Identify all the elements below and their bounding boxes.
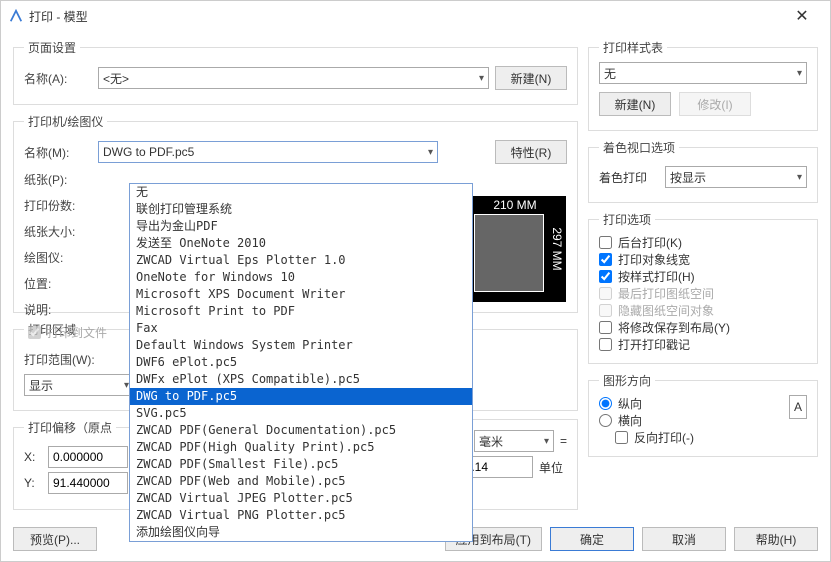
dropdown-option[interactable]: ZWCAD PDF(General Documentation).pc5 <box>130 422 472 439</box>
style-table-select[interactable]: 无▾ <box>599 62 807 84</box>
viewport-group: 着色视口选项 着色打印 按显示▾ <box>588 139 818 203</box>
preview-button[interactable]: 预览(P)... <box>13 527 97 551</box>
printer-name-label: 名称(M): <box>24 144 92 161</box>
dropdown-option[interactable]: DWFx ePlot (XPS Compatible).pc5 <box>130 371 472 388</box>
window-title: 打印 - 模型 <box>29 8 88 25</box>
dropdown-option[interactable]: 联创打印管理系统 <box>130 201 472 218</box>
dropdown-option[interactable]: Microsoft XPS Document Writer <box>130 286 472 303</box>
dropdown-option[interactable]: OneNote for Windows 10 <box>130 269 472 286</box>
page-name-label: 名称(A): <box>24 70 92 87</box>
dropdown-option[interactable]: ZWCAD Virtual Eps Plotter 1.0 <box>130 252 472 269</box>
opt-bystyle-checkbox[interactable]: 按样式打印(H) <box>599 268 807 285</box>
ok-button[interactable]: 确定 <box>550 527 634 551</box>
shade-plot-select[interactable]: 按显示▾ <box>665 166 807 188</box>
dropdown-option[interactable]: 添加绘图仪向导 <box>130 524 472 541</box>
scale-unit-select[interactable]: 毫米▾ <box>474 430 554 452</box>
dropdown-option[interactable]: Default Windows System Printer <box>130 337 472 354</box>
help-button[interactable]: 帮助(H) <box>734 527 818 551</box>
chevron-down-icon: ▾ <box>544 436 549 447</box>
offset-y-input[interactable] <box>48 472 128 494</box>
dropdown-option[interactable]: Microsoft Print to PDF <box>130 303 472 320</box>
chevron-down-icon: ▾ <box>797 172 802 183</box>
paper-preview: 210 MM 297 MM <box>464 196 566 302</box>
opt-hide-checkbox: 隐藏图纸空间对象 <box>599 302 807 319</box>
dropdown-option[interactable]: 无 <box>130 184 472 201</box>
dropdown-option[interactable]: ZWCAD Virtual JPEG Plotter.pc5 <box>130 490 472 507</box>
dropdown-option[interactable]: 发送至 OneNote 2010 <box>130 235 472 252</box>
page-name-select[interactable]: <无>▾ <box>98 67 489 89</box>
orientation-group: 图形方向 纵向 横向 反向打印(-) A <box>588 372 818 457</box>
opt-bg-checkbox[interactable]: 后台打印(K) <box>599 234 807 251</box>
print-range-select[interactable]: 显示▾ <box>24 374 134 396</box>
page-setup-group: 页面设置 名称(A): <无>▾ 新建(N) <box>13 39 578 105</box>
orientation-icon: A <box>789 395 807 419</box>
style-table-group: 打印样式表 无▾ 新建(N) 修改(I) <box>588 39 818 131</box>
cancel-button[interactable]: 取消 <box>642 527 726 551</box>
titlebar: 打印 - 模型 ✕ <box>1 1 830 31</box>
chevron-down-icon: ▾ <box>479 73 484 84</box>
chevron-down-icon: ▾ <box>428 147 433 158</box>
orient-landscape-radio[interactable]: 横向 <box>599 412 789 429</box>
dropdown-option[interactable]: SVG.pc5 <box>130 405 472 422</box>
dropdown-option[interactable]: Fax <box>130 320 472 337</box>
chevron-down-icon: ▾ <box>797 68 802 79</box>
printer-name-select[interactable]: DWG to PDF.pc5▾ <box>98 141 438 163</box>
new-page-setup-button[interactable]: 新建(N) <box>495 66 567 90</box>
dropdown-option[interactable]: ZWCAD PDF(Smallest File).pc5 <box>130 456 472 473</box>
printer-properties-button[interactable]: 特性(R) <box>495 140 567 164</box>
orient-portrait-radio[interactable]: 纵向 <box>599 395 789 412</box>
dropdown-option[interactable]: DWF6 ePlot.pc5 <box>130 354 472 371</box>
opt-lineweight-checkbox[interactable]: 打印对象线宽 <box>599 251 807 268</box>
opt-save-checkbox[interactable]: 将修改保存到布局(Y) <box>599 319 807 336</box>
dropdown-option[interactable]: DWG to PDF.pc5 <box>130 388 472 405</box>
print-dialog: 打印 - 模型 ✕ 页面设置 名称(A): <无>▾ 新建(N) 打印机/绘图仪… <box>0 0 831 562</box>
offset-x-input[interactable] <box>48 446 128 468</box>
dropdown-option[interactable]: 导出为金山PDF <box>130 218 472 235</box>
options-group: 打印选项 后台打印(K) 打印对象线宽 按样式打印(H) 最后打印图纸空间 隐藏… <box>588 211 818 364</box>
opt-stamp-checkbox[interactable]: 打开打印戳记 <box>599 336 807 353</box>
orient-reverse-checkbox[interactable]: 反向打印(-) <box>615 429 789 446</box>
app-icon <box>9 9 23 23</box>
style-new-button[interactable]: 新建(N) <box>599 92 671 116</box>
dropdown-option[interactable]: ZWCAD PDF(High Quality Print).pc5 <box>130 439 472 456</box>
opt-last-checkbox: 最后打印图纸空间 <box>599 285 807 302</box>
printer-name-dropdown[interactable]: 无联创打印管理系统导出为金山PDF发送至 OneNote 2010ZWCAD V… <box>129 183 473 542</box>
close-button[interactable]: ✕ <box>782 6 822 26</box>
style-edit-button: 修改(I) <box>679 92 751 116</box>
dropdown-option[interactable]: ZWCAD Virtual PNG Plotter.pc5 <box>130 507 472 524</box>
dropdown-option[interactable]: ZWCAD PDF(Web and Mobile).pc5 <box>130 473 472 490</box>
